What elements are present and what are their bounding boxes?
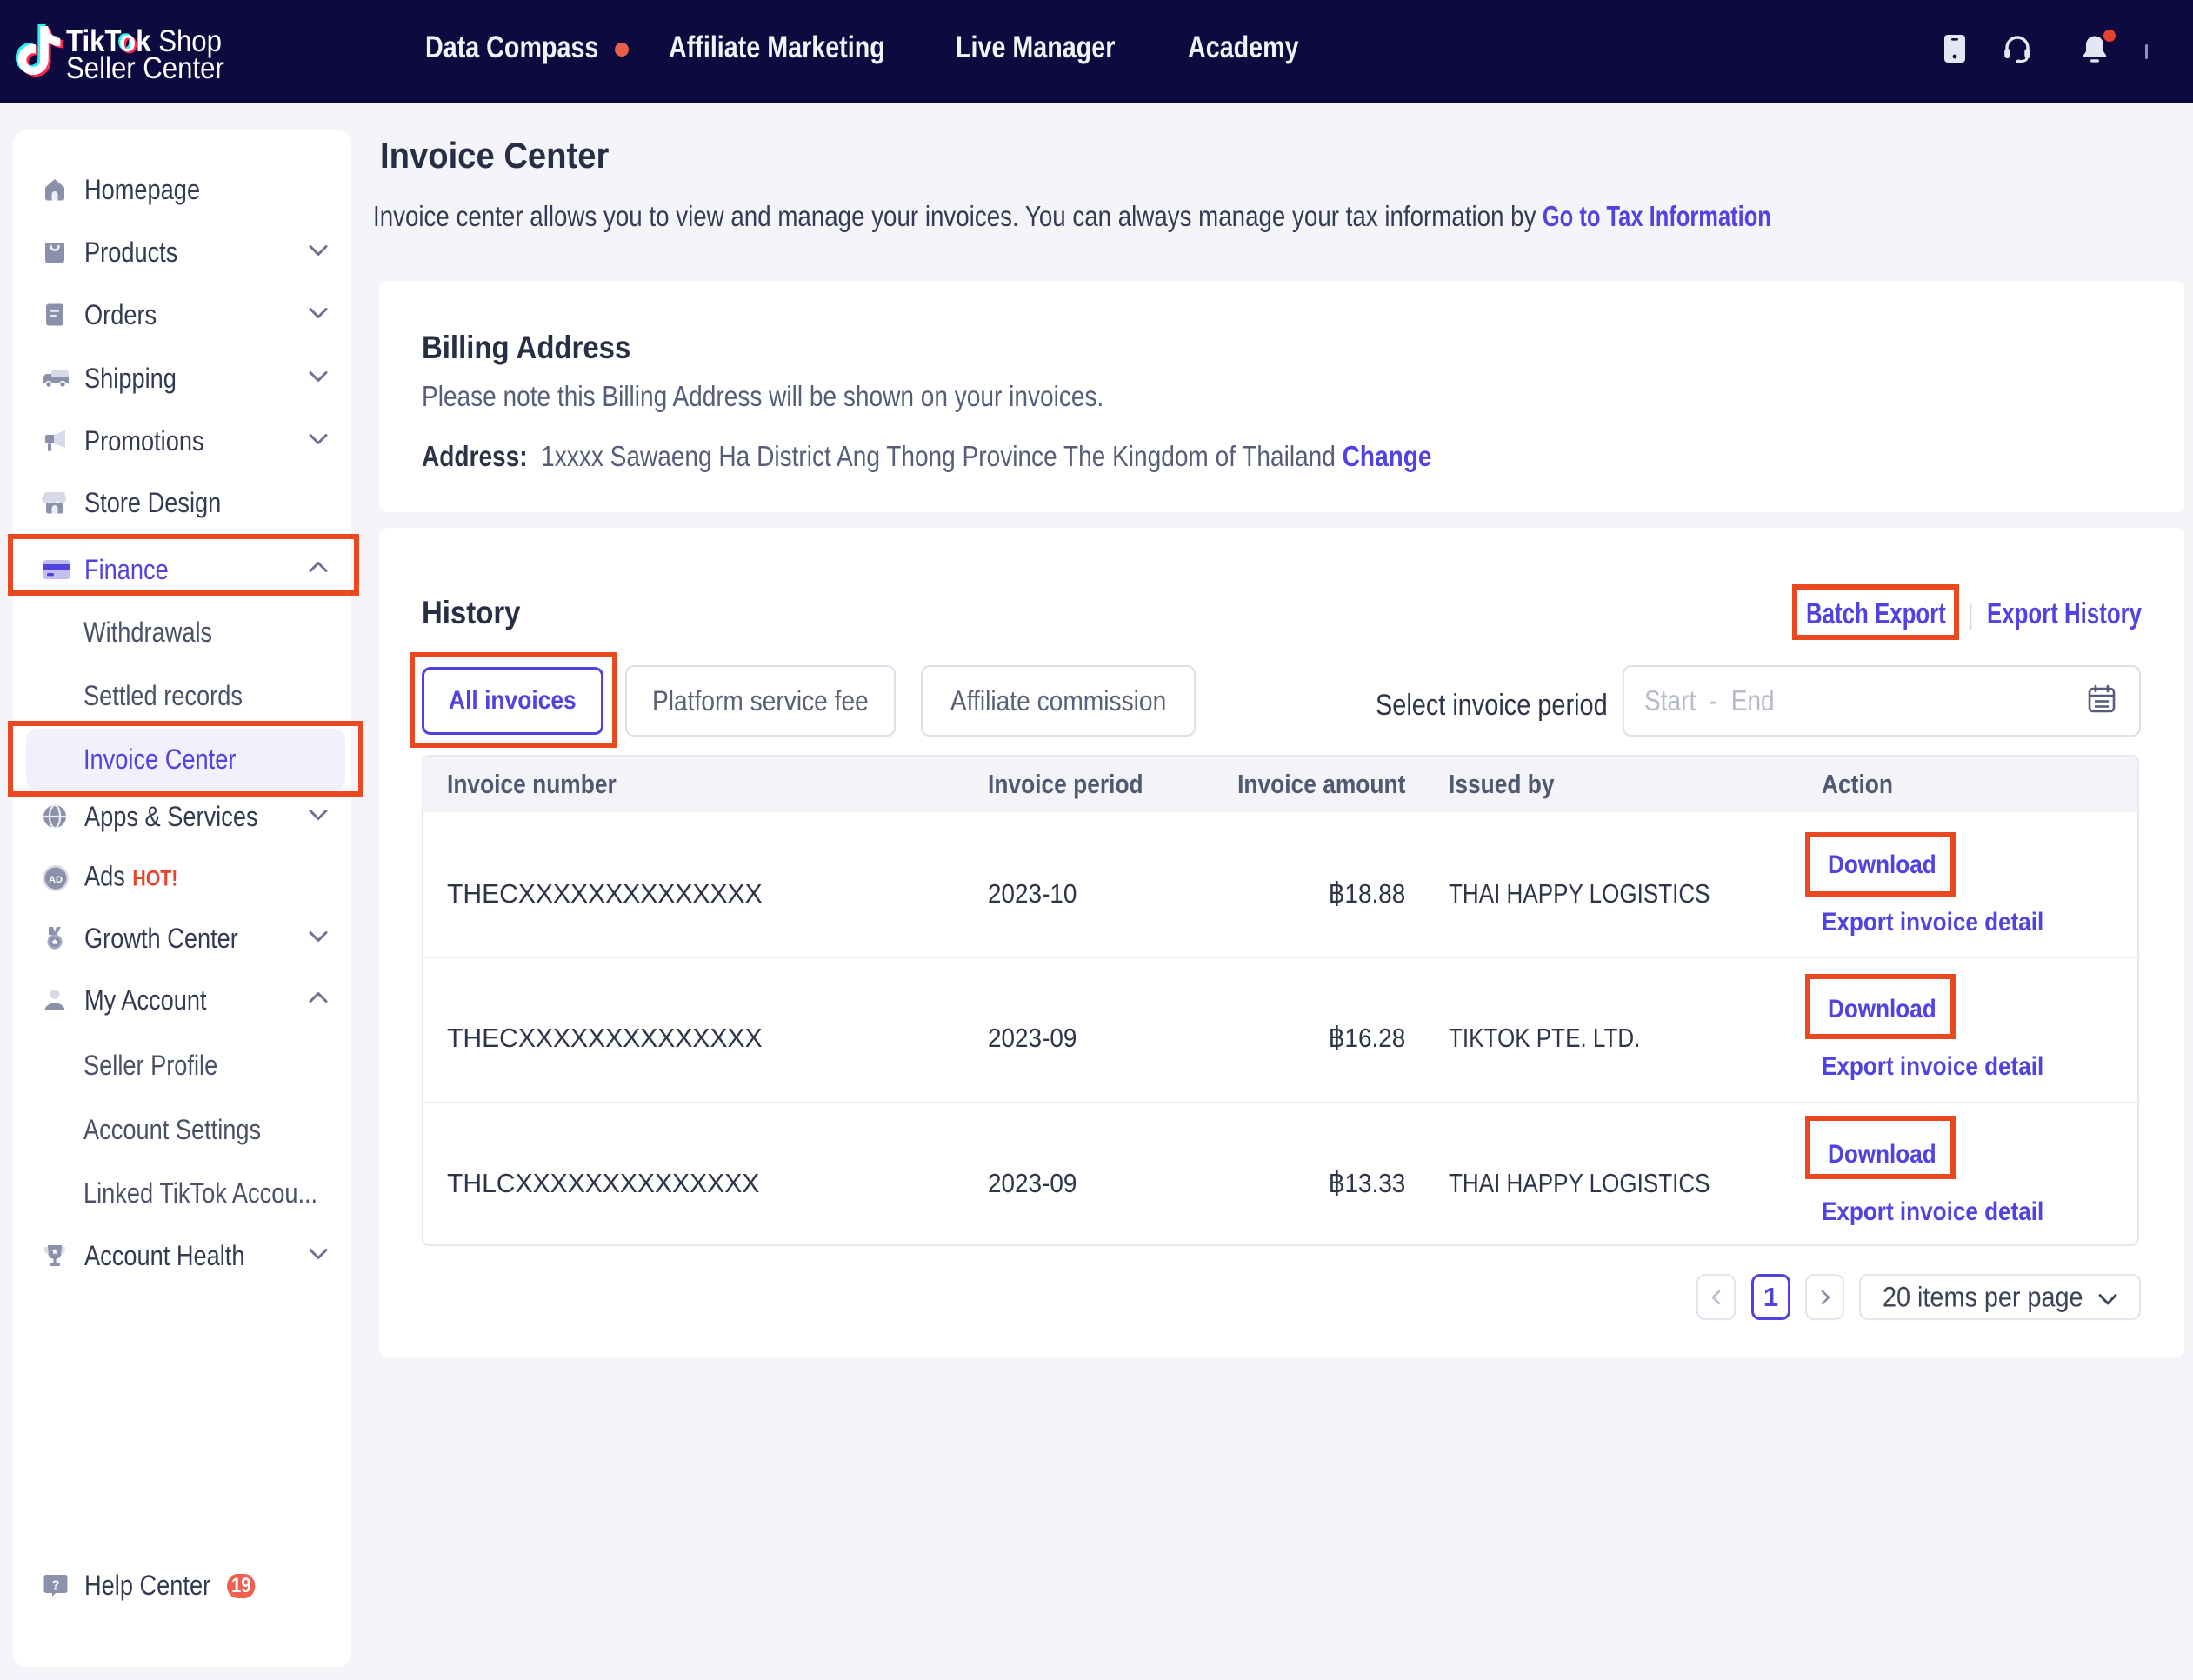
svg-text:?: ? — [51, 1578, 59, 1593]
svg-text:AD: AD — [49, 875, 63, 885]
